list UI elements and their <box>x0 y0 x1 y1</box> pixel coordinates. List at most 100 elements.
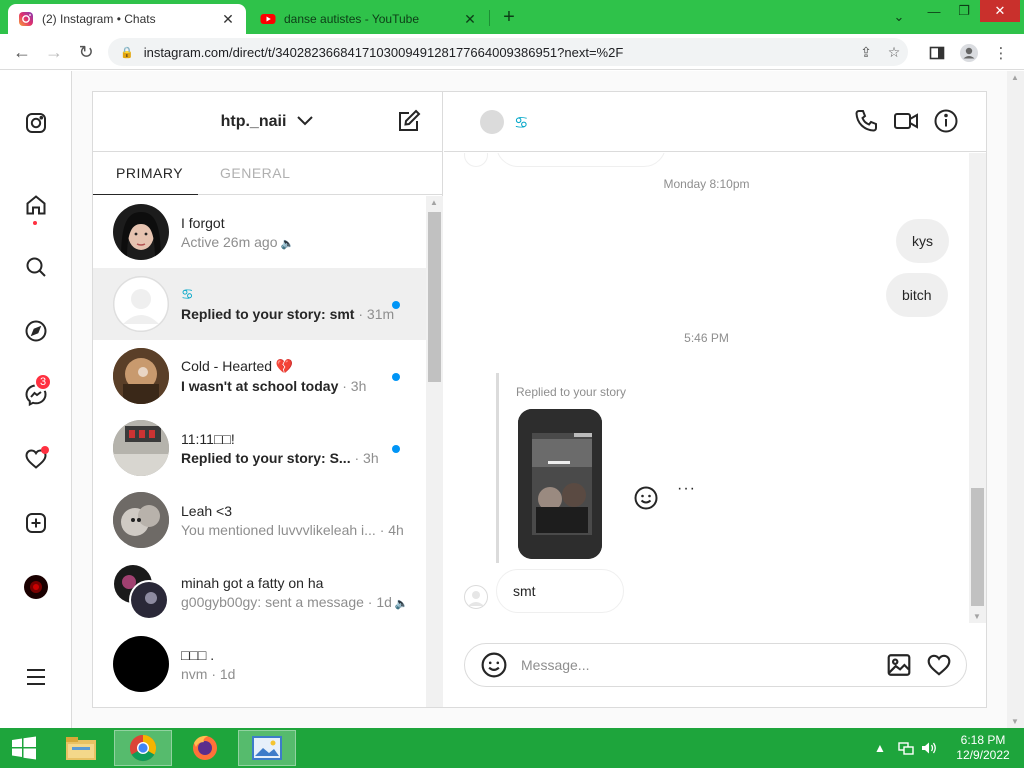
kebab-menu-icon[interactable]: ⋮ <box>990 42 1012 64</box>
new-tab-button[interactable]: + <box>498 6 520 29</box>
address-bar[interactable]: 🔒 instagram.com/direct/t/340282366841710… <box>108 38 908 66</box>
messages-scrollbar[interactable]: ▼ <box>969 153 986 623</box>
thread-row[interactable]: Cold - Hearted 💔 I wasn't at school toda… <box>93 340 426 412</box>
chat-column: ♋ Monday 8:10pm kys bitch 5:46 PM Replie… <box>444 92 986 707</box>
heart-icon[interactable] <box>22 445 50 473</box>
lock-icon[interactable]: 🔒 <box>120 46 134 59</box>
file-explorer-icon[interactable] <box>52 730 110 766</box>
minimize-button[interactable]: — <box>920 0 948 22</box>
browser-tab-strip: (2) Instagram • Chats ✕ danse autistes -… <box>0 0 1024 34</box>
thread-row[interactable]: 11:11□□! Replied to your story: S... · 3… <box>93 412 426 484</box>
message-timestamp: 5:46 PM <box>684 331 729 345</box>
scroll-down-arrow-icon[interactable]: ▼ <box>1011 717 1019 726</box>
side-panel-icon[interactable] <box>926 42 948 64</box>
close-tab-icon[interactable]: ✕ <box>462 11 478 28</box>
outgoing-message[interactable]: kys <box>896 219 949 263</box>
new-message-icon[interactable] <box>396 108 422 134</box>
profile-icon[interactable] <box>958 42 980 64</box>
explore-icon[interactable] <box>22 317 50 345</box>
phone-icon[interactable] <box>853 108 879 134</box>
sidebar: 3 <box>0 71 72 728</box>
tab-separator <box>489 10 490 26</box>
profile-avatar[interactable] <box>22 573 50 601</box>
message-bubble-partial <box>496 153 666 167</box>
clock-time: 6:18 PM <box>960 733 1006 747</box>
unread-dot <box>392 301 400 309</box>
tab-primary[interactable]: PRIMARY <box>116 165 183 181</box>
thread-time: · 3h <box>350 449 379 466</box>
volume-icon[interactable] <box>920 728 938 768</box>
bookmark-star-icon[interactable]: ☆ <box>880 44 908 61</box>
thread-row[interactable]: ♋ Replied to your story: smt · 31m <box>93 268 426 340</box>
back-arrow-icon[interactable]: ← <box>10 40 34 64</box>
chat-header: ♋ <box>444 92 986 152</box>
video-call-icon[interactable] <box>893 108 919 134</box>
contact-name[interactable]: ♋ <box>514 113 528 133</box>
incoming-message[interactable]: smt <box>496 569 624 613</box>
home-icon[interactable] <box>22 191 50 225</box>
firefox-icon[interactable] <box>176 730 234 766</box>
tab-search-chevron-icon[interactable]: ⌄ <box>888 6 910 28</box>
scrollbar-thumb[interactable] <box>428 212 441 382</box>
page-scrollbar[interactable]: ▲ ▼ <box>1007 71 1024 728</box>
messenger-icon[interactable]: 3 <box>22 373 52 409</box>
thread-row[interactable]: minah got a fatty on ha g00gyb00gy: sent… <box>93 556 426 628</box>
scroll-down-arrow-icon[interactable]: ▼ <box>973 612 981 621</box>
account-switcher[interactable]: htp._naii <box>221 113 287 131</box>
story-thumbnail[interactable] <box>518 409 602 559</box>
share-icon[interactable]: ⇪ <box>852 44 880 61</box>
thread-preview: Replied to your story: S... <box>181 449 351 466</box>
window-close-button[interactable]: ✕ <box>980 0 1020 22</box>
thread-preview: I wasn't at school today <box>181 378 339 394</box>
thread-name: minah got a fatty on ha <box>181 574 324 591</box>
scroll-up-arrow-icon[interactable]: ▲ <box>1011 73 1019 82</box>
thread-row[interactable]: I forgot Active 26m ago 🔈 <box>93 196 426 268</box>
reload-icon[interactable]: ↻ <box>74 40 98 64</box>
tab-instagram[interactable]: (2) Instagram • Chats ✕ <box>8 4 246 34</box>
youtube-icon <box>260 14 276 24</box>
emoji-react-icon[interactable] <box>634 486 658 515</box>
tray-overflow-icon[interactable]: ▲ <box>874 728 886 768</box>
thread-name: □□□ . <box>181 646 215 663</box>
tab-general[interactable]: GENERAL <box>220 165 290 181</box>
message-timestamp: Monday 8:10pm <box>663 177 750 191</box>
network-icon[interactable] <box>898 728 914 768</box>
instagram-icon <box>19 12 33 26</box>
thread-preview: Active 26m ago <box>181 233 278 250</box>
menu-icon[interactable] <box>22 663 50 691</box>
thread-row[interactable]: □□□ . nvm · 1d <box>93 628 426 700</box>
inbox-tabs: PRIMARY GENERAL <box>93 152 442 195</box>
more-options-icon[interactable]: ··· <box>677 480 696 498</box>
scroll-up-arrow-icon[interactable]: ▲ <box>430 198 438 207</box>
maximize-button[interactable]: ❐ <box>950 0 978 22</box>
message-thread: Monday 8:10pm kys bitch 5:46 PM Replied … <box>444 153 969 623</box>
browser-toolbar: ← → ↻ 🔒 instagram.com/direct/t/340282366… <box>0 34 1024 70</box>
info-icon[interactable] <box>933 108 959 134</box>
scrollbar-thumb[interactable] <box>971 488 984 606</box>
search-icon[interactable] <box>22 253 50 281</box>
url-text[interactable]: instagram.com/direct/t/34028236684171030… <box>144 45 852 60</box>
instagram-logo-icon[interactable] <box>22 109 50 137</box>
unread-dot <box>392 373 400 381</box>
chevron-down-icon[interactable] <box>296 114 314 130</box>
close-tab-icon[interactable]: ✕ <box>220 11 236 28</box>
inbox-header: htp._naii <box>93 92 442 152</box>
heart-like-icon[interactable] <box>926 652 952 678</box>
forward-arrow-icon[interactable]: → <box>42 40 66 64</box>
inbox-scrollbar[interactable]: ▲ <box>426 196 443 707</box>
avatar-group <box>113 564 169 620</box>
outgoing-message[interactable]: bitch <box>886 273 948 317</box>
tab-youtube[interactable]: danse autistes - YouTube ✕ <box>250 4 488 34</box>
contact-avatar[interactable] <box>480 110 504 134</box>
emoji-picker-icon[interactable] <box>481 652 507 678</box>
system-clock[interactable]: 6:18 PM 12/9/2022 <box>948 733 1018 763</box>
message-input[interactable]: Message... <box>521 657 886 673</box>
image-upload-icon[interactable] <box>886 652 912 678</box>
thread-name: Leah <3 <box>181 502 232 519</box>
create-icon[interactable] <box>22 509 50 537</box>
thread-row[interactable]: Leah <3 You mentioned luvvvlikeleah i...… <box>93 484 426 556</box>
windows-start-icon[interactable] <box>10 736 38 760</box>
home-notification-dot <box>33 221 37 225</box>
photo-viewer-icon[interactable] <box>238 730 296 766</box>
chrome-icon[interactable] <box>114 730 172 766</box>
